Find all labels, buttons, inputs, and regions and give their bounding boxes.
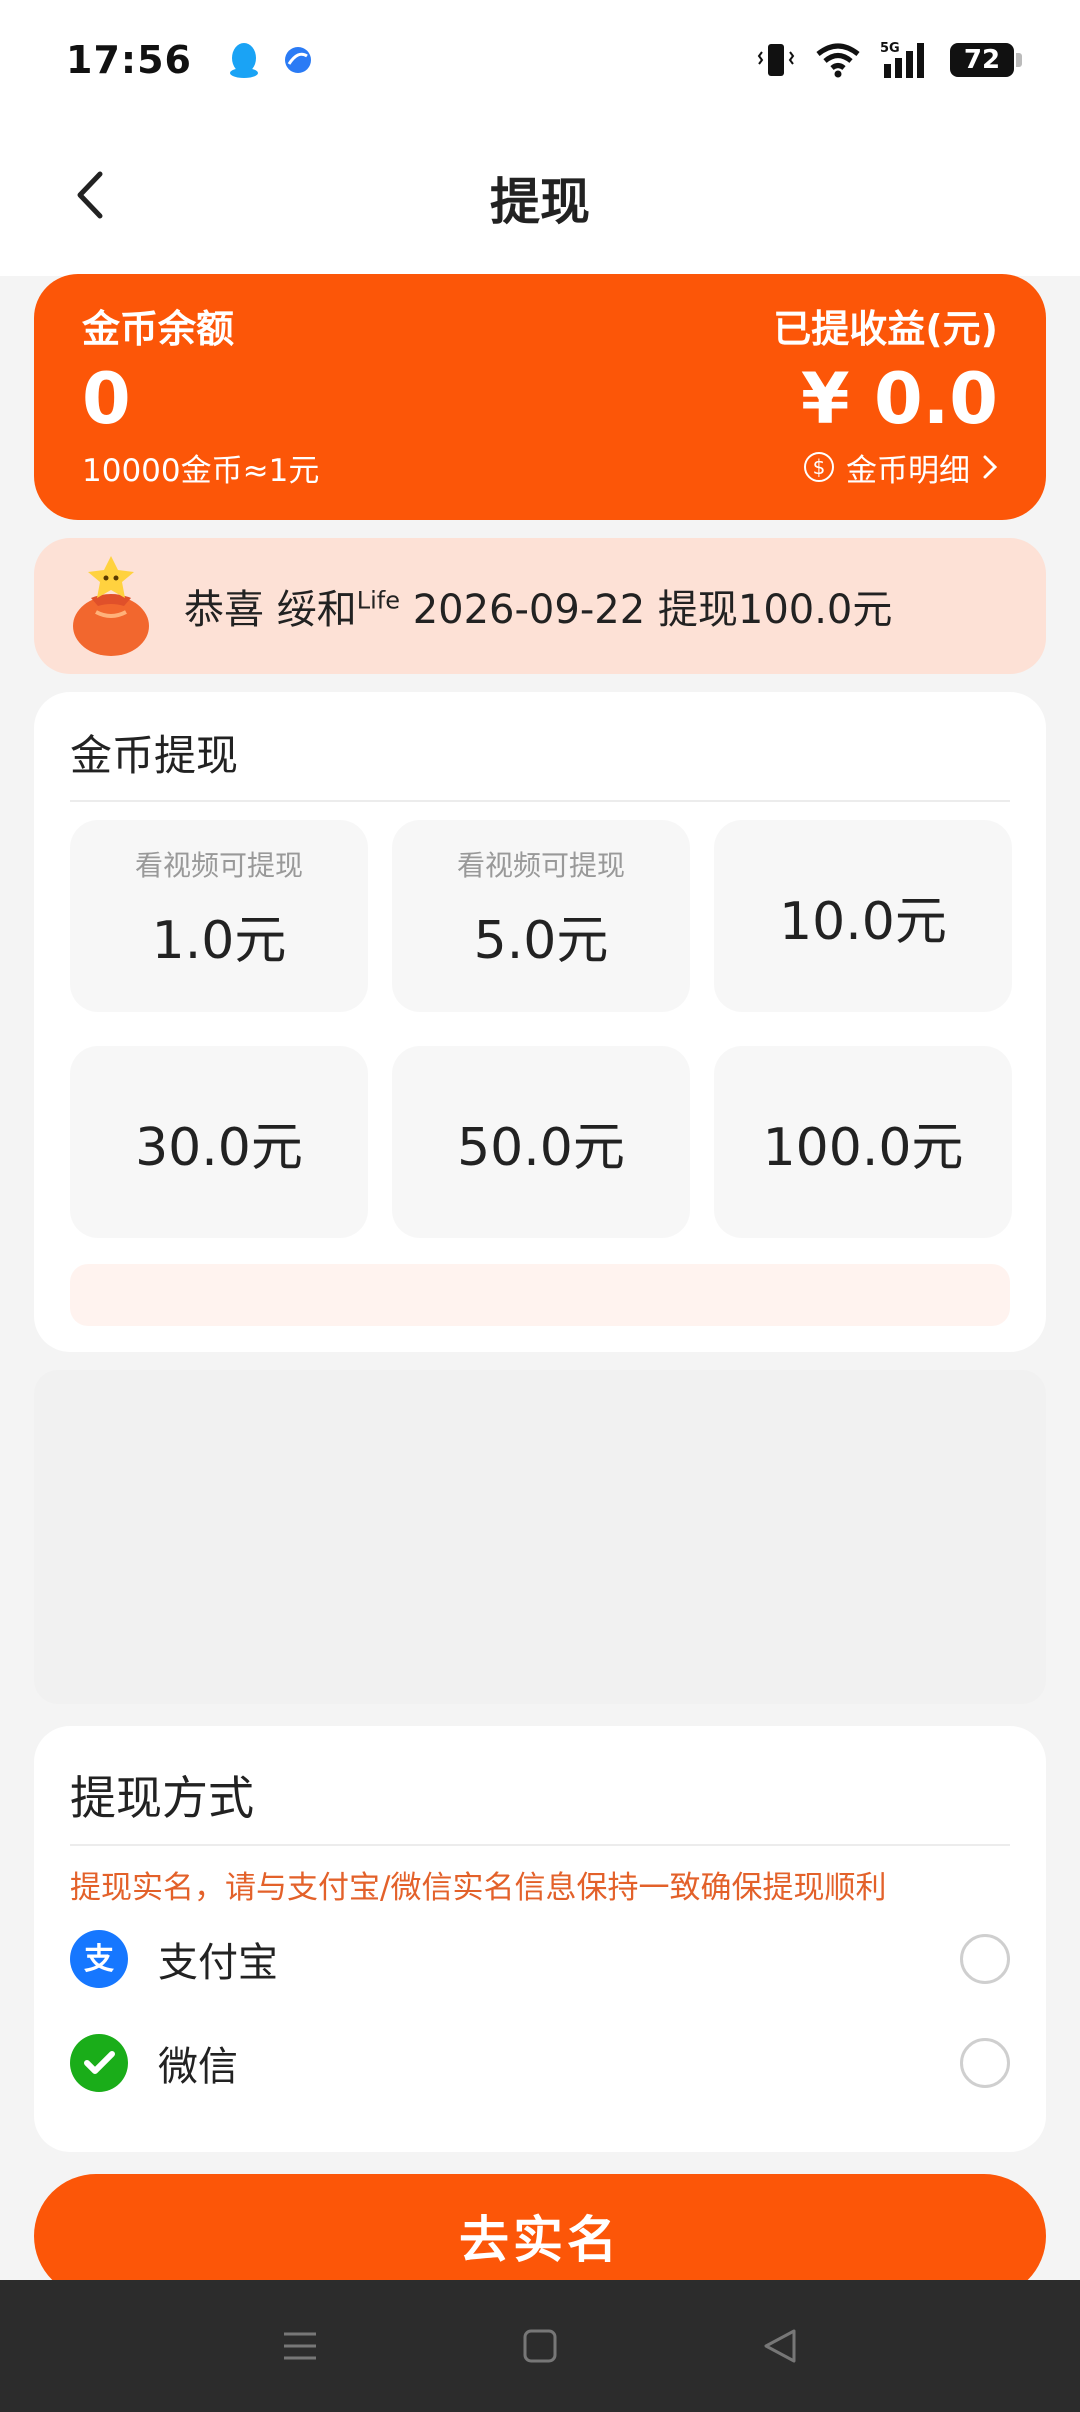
amount-option-5[interactable]: 看视频可提现 5.0元 xyxy=(392,820,690,1012)
amount-value: 50.0元 xyxy=(457,1117,625,1178)
method-label: 微信 xyxy=(158,2044,238,2090)
amount-option-50[interactable]: 50.0元 xyxy=(392,1046,690,1238)
amount-value: 30.0元 xyxy=(135,1117,303,1178)
blank-content-area xyxy=(34,1370,1046,1704)
notice-prefix: 恭喜 绥和 xyxy=(184,587,357,633)
exchange-rate: 10000金币≈1元 xyxy=(82,452,320,489)
coin-balance-label: 金币余额 xyxy=(82,307,235,351)
wechat-icon xyxy=(70,2034,128,2092)
status-bar: 17:56 5G 72 xyxy=(0,0,1080,120)
back-nav-icon[interactable] xyxy=(760,2326,800,2366)
alipay-icon: 支 xyxy=(70,1930,128,1988)
battery-level: 72 xyxy=(963,45,1001,75)
home-icon[interactable] xyxy=(520,2326,560,2366)
chevron-right-icon xyxy=(983,455,998,479)
balance-card: 金币余额 已提收益(元) 0 ¥ 0.0 10000金币≈1元 $ 金币明细 xyxy=(34,274,1046,520)
withdraw-method-title: 提现方式 xyxy=(70,1726,1010,1846)
svg-text:支: 支 xyxy=(84,1942,114,1977)
amount-hint: 看视频可提现 xyxy=(456,848,625,882)
withdraw-method-card: 提现方式 提现实名，请与支付宝/微信实名信息保持一致确保提现顺利 支 支付宝 微… xyxy=(34,1726,1046,2152)
earned-value: ¥ 0.0 xyxy=(800,358,998,440)
amount-hint: 看视频可提现 xyxy=(134,848,303,882)
lucky-bag-icon xyxy=(73,556,149,656)
amount-option-1[interactable]: 看视频可提现 1.0元 xyxy=(70,820,368,1012)
method-label: 支付宝 xyxy=(158,1940,278,1986)
wifi-icon xyxy=(816,43,860,78)
amount-value: 10.0元 xyxy=(779,891,947,952)
amount-option-100[interactable]: 100.0元 xyxy=(714,1046,1012,1238)
amount-info-bar xyxy=(70,1264,1010,1326)
svg-text:5G: 5G xyxy=(880,41,900,56)
wechat-radio[interactable] xyxy=(960,2038,1010,2088)
status-app-icons xyxy=(226,40,314,80)
earned-label: 已提收益(元) xyxy=(773,307,998,351)
notice-sup: Life xyxy=(356,586,400,615)
system-navigation-bar xyxy=(0,2280,1080,2412)
chevron-left-icon xyxy=(77,171,103,219)
coin-withdraw-card: 金币提现 看视频可提现 1.0元 看视频可提现 5.0元 10.0元 30.0元… xyxy=(34,692,1046,1352)
amount-option-30[interactable]: 30.0元 xyxy=(70,1046,368,1238)
realname-tip: 提现实名，请与支付宝/微信实名信息保持一致确保提现顺利 xyxy=(70,1870,887,1906)
coin-balance-value: 0 xyxy=(82,358,131,440)
amount-value: 100.0元 xyxy=(762,1117,964,1178)
signal-5g-icon: 5G xyxy=(880,41,924,78)
qq-icon xyxy=(229,43,258,78)
coin-detail-label: 金币明细 xyxy=(846,452,970,489)
battery-icon: 72 xyxy=(950,43,1022,77)
coin-icon: $ xyxy=(804,452,834,482)
amount-value: 1.0元 xyxy=(151,910,287,971)
amount-grid: 看视频可提现 1.0元 看视频可提现 5.0元 10.0元 30.0元 50.0… xyxy=(70,820,1012,1238)
coin-detail-link[interactable]: $ 金币明细 xyxy=(804,445,998,490)
status-indicators: 5G 72 xyxy=(756,40,1022,80)
app-header: 提现 xyxy=(0,120,1080,276)
vibrate-icon xyxy=(757,44,795,76)
coin-withdraw-title: 金币提现 xyxy=(70,692,1010,802)
page-title: 提现 xyxy=(490,173,590,231)
notice-text: 恭喜 绥和Life 2026-09-22 提现100.0元 xyxy=(184,577,892,635)
method-option-wechat[interactable]: 微信 xyxy=(70,2011,1010,2115)
browser-icon xyxy=(284,47,311,73)
withdraw-notice: 恭喜 绥和Life 2026-09-22 提现100.0元 xyxy=(34,538,1046,674)
notice-suffix: 2026-09-22 提现100.0元 xyxy=(399,587,893,633)
amount-value: 5.0元 xyxy=(473,910,609,971)
status-time: 17:56 xyxy=(66,38,192,82)
alipay-radio[interactable] xyxy=(960,1934,1010,1984)
menu-icon[interactable] xyxy=(280,2326,320,2366)
method-option-alipay[interactable]: 支 支付宝 xyxy=(70,1907,1010,2011)
back-button[interactable] xyxy=(60,160,120,230)
amount-option-10[interactable]: 10.0元 xyxy=(714,820,1012,1012)
